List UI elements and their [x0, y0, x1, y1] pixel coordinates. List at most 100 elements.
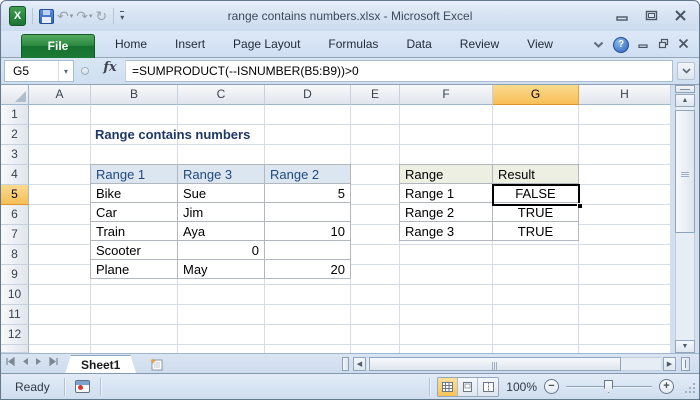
cell-C8[interactable]: 0 — [177, 240, 265, 260]
ribbon-tab-file[interactable]: File — [21, 34, 95, 58]
cell-G7[interactable]: TRUE — [492, 221, 579, 241]
doc-minimize-button[interactable] — [638, 36, 649, 54]
ribbon-tab-review[interactable]: Review — [446, 31, 513, 58]
row-header-7[interactable]: 7 — [1, 225, 29, 245]
repeat-button[interactable]: ↻ — [96, 6, 108, 26]
row-header-1[interactable]: 1 — [1, 105, 29, 125]
horizontal-split-box[interactable] — [681, 357, 690, 371]
row-header-12[interactable]: 12 — [1, 325, 29, 345]
cell-F5[interactable]: Range 1 — [399, 183, 493, 203]
row-header-2[interactable]: 2 — [1, 125, 29, 145]
next-sheet-button[interactable] — [35, 357, 43, 366]
ribbon-tab-formulas[interactable]: Formulas — [314, 31, 392, 58]
cell-F6[interactable]: Range 2 — [399, 202, 493, 222]
cell-C5[interactable]: Sue — [177, 183, 265, 203]
cell-B5[interactable]: Bike — [90, 183, 178, 203]
row-header-4[interactable]: 4 — [1, 165, 29, 185]
formula-bar-splitter[interactable] — [81, 67, 89, 75]
first-sheet-button[interactable] — [6, 357, 15, 366]
cell-B8[interactable]: Scooter — [90, 240, 178, 260]
vertical-scroll-thumb[interactable] — [675, 110, 695, 233]
row-header-8[interactable]: 8 — [1, 245, 29, 265]
minimize-ribbon-button[interactable] — [593, 36, 604, 54]
cell-C4[interactable]: Range 3 — [177, 164, 265, 184]
zoom-out-button[interactable]: − — [544, 379, 559, 394]
ribbon-tab-data[interactable]: Data — [392, 31, 445, 58]
save-button[interactable] — [39, 6, 54, 26]
minimize-button[interactable] — [616, 9, 629, 22]
column-header-B[interactable]: B — [91, 85, 178, 105]
expand-formula-bar-button[interactable] — [677, 62, 695, 80]
ribbon-tab-view[interactable]: View — [513, 31, 567, 58]
cell-B4[interactable]: Range 1 — [90, 164, 178, 184]
cell-D6[interactable] — [264, 202, 351, 222]
cell-C9[interactable]: May — [177, 259, 265, 279]
insert-function-button[interactable]: fx — [97, 60, 123, 82]
horizontal-scroll-track[interactable] — [367, 357, 661, 371]
resize-grip[interactable] — [683, 381, 695, 393]
scroll-right-button[interactable]: ▶ — [663, 357, 676, 371]
redo-button[interactable]: ↷ ▾ — [76, 6, 92, 26]
cell-D4[interactable]: Range 2 — [264, 164, 351, 184]
column-header-C[interactable]: C — [178, 85, 265, 105]
column-header-H[interactable]: H — [579, 85, 671, 105]
cell-B7[interactable]: Train — [90, 221, 178, 241]
column-header-D[interactable]: D — [265, 85, 351, 105]
select-all-button[interactable] — [1, 85, 29, 105]
row-header-10[interactable]: 10 — [1, 285, 29, 305]
cell-D9[interactable]: 20 — [264, 259, 351, 279]
cell-C6[interactable]: Jim — [177, 202, 265, 222]
last-sheet-button[interactable] — [49, 357, 58, 366]
scroll-down-button[interactable]: ▼ — [675, 340, 695, 353]
record-macro-icon[interactable] — [74, 380, 90, 393]
cell-B6[interactable]: Car — [90, 202, 178, 222]
cell-D7[interactable]: 10 — [264, 221, 351, 241]
worksheet-cells[interactable]: Range contains numbers Range 1 Range 3 Ran… — [29, 105, 671, 353]
cell-F4[interactable]: Range — [399, 164, 493, 184]
normal-view-button[interactable] — [438, 377, 459, 396]
undo-button[interactable]: ↶ ▾ — [57, 6, 73, 26]
sheet-tab-sheet1[interactable]: Sheet1 — [65, 355, 136, 374]
page-layout-view-button[interactable] — [458, 377, 479, 396]
doc-close-button[interactable] — [678, 36, 689, 54]
customize-qat-button[interactable]: ▾ — [120, 6, 125, 26]
cell-B9[interactable]: Plane — [90, 259, 178, 279]
zoom-in-button[interactable]: + — [659, 379, 674, 394]
column-header-A[interactable]: A — [29, 85, 91, 105]
zoom-slider-handle[interactable] — [604, 380, 613, 393]
formula-input[interactable]: =SUMPRODUCT(--ISNUMBER(B5:B9))>0 — [125, 60, 673, 82]
cell-G5[interactable]: FALSE — [492, 183, 579, 203]
vertical-scroll-track[interactable] — [675, 107, 695, 340]
page-break-view-button[interactable] — [478, 377, 499, 396]
row-header-partial[interactable] — [1, 345, 29, 353]
cell-C7[interactable]: Aya — [177, 221, 265, 241]
column-header-E[interactable]: E — [351, 85, 400, 105]
cell-D5[interactable]: 5 — [264, 183, 351, 203]
cell-F7[interactable]: Range 3 — [399, 221, 493, 241]
horizontal-scroll-thumb[interactable] — [369, 357, 621, 371]
row-header-5[interactable]: 5 — [1, 185, 29, 205]
chevron-down-icon[interactable]: ▾ — [58, 61, 73, 81]
column-header-F[interactable]: F — [400, 85, 493, 105]
tab-split-handle[interactable] — [342, 357, 349, 371]
doc-restore-button[interactable] — [658, 36, 669, 54]
cell-D8[interactable] — [264, 240, 351, 260]
ribbon-tab-home[interactable]: Home — [101, 31, 161, 58]
cell-G4[interactable]: Result — [492, 164, 579, 184]
ribbon-tab-page-layout[interactable]: Page Layout — [219, 31, 314, 58]
row-header-3[interactable]: 3 — [1, 145, 29, 165]
close-button[interactable] — [674, 9, 687, 22]
help-button[interactable]: ? — [613, 36, 629, 53]
column-header-G[interactable]: G — [493, 85, 579, 105]
restore-button[interactable] — [645, 9, 658, 22]
row-header-11[interactable]: 11 — [1, 305, 29, 325]
cell-G6[interactable]: TRUE — [492, 202, 579, 222]
scroll-left-button[interactable]: ◀ — [353, 357, 366, 371]
scroll-up-button[interactable]: ▲ — [675, 94, 695, 107]
zoom-slider[interactable] — [566, 379, 652, 394]
row-header-9[interactable]: 9 — [1, 265, 29, 285]
name-box[interactable]: G5 ▾ — [4, 60, 74, 82]
previous-sheet-button[interactable] — [21, 357, 29, 366]
row-header-6[interactable]: 6 — [1, 205, 29, 225]
vertical-split-box[interactable] — [675, 85, 695, 93]
